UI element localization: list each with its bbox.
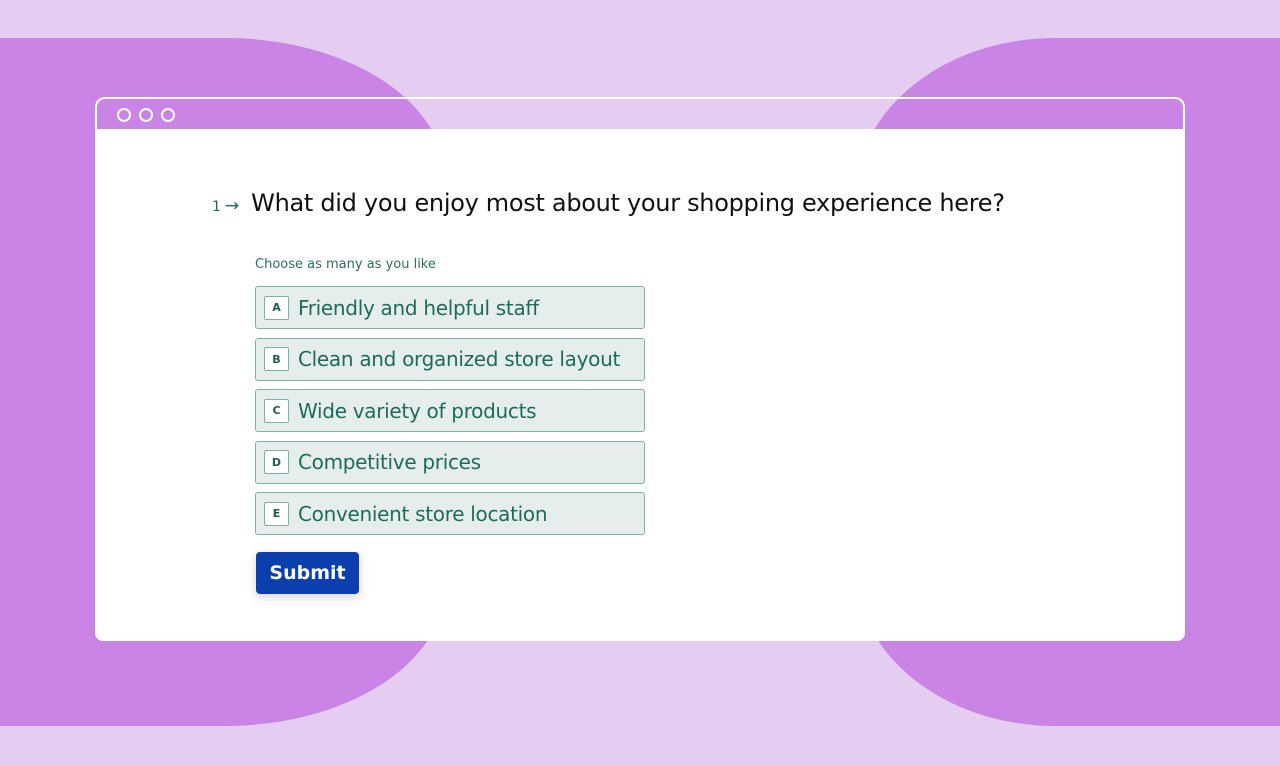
question-hint: Choose as many as you like: [255, 257, 436, 272]
option-key-badge: A: [264, 295, 289, 320]
question-number: 1: [212, 199, 221, 215]
option-label: Convenient store location: [298, 501, 548, 526]
browser-window: 1 → What did you enjoy most about your s…: [95, 97, 1185, 641]
option-a[interactable]: A Friendly and helpful staff: [255, 286, 645, 329]
window-controls: [117, 108, 175, 122]
window-control-circle-icon: [139, 108, 153, 122]
window-control-circle-icon: [117, 108, 131, 122]
option-key-badge: C: [264, 398, 289, 423]
background: 1 → What did you enjoy most about your s…: [0, 0, 1280, 766]
option-label: Clean and organized store layout: [298, 347, 620, 371]
option-key-badge: D: [264, 450, 289, 474]
option-c[interactable]: C Wide variety of products: [255, 389, 645, 432]
submit-button[interactable]: Submit: [256, 552, 359, 594]
option-key-badge: E: [264, 501, 289, 526]
option-label: Friendly and helpful staff: [298, 295, 539, 320]
options-list: A Friendly and helpful staff B Clean and…: [255, 286, 646, 544]
option-d[interactable]: D Competitive prices: [255, 440, 645, 484]
window-titlebar: [95, 97, 1185, 129]
question-text: What did you enjoy most about your shopp…: [251, 189, 1005, 217]
arrow-right-icon: →: [224, 196, 240, 216]
option-e[interactable]: E Convenient store location: [255, 492, 645, 535]
option-b[interactable]: B Clean and organized store layout: [255, 337, 645, 381]
question-header: 1 → What did you enjoy most about your s…: [212, 189, 1005, 217]
form-content: 1 → What did you enjoy most about your s…: [95, 129, 1185, 641]
window-control-circle-icon: [161, 108, 175, 122]
option-label: Competitive prices: [298, 450, 481, 474]
option-key-badge: B: [264, 347, 289, 371]
option-label: Wide variety of products: [298, 398, 537, 423]
